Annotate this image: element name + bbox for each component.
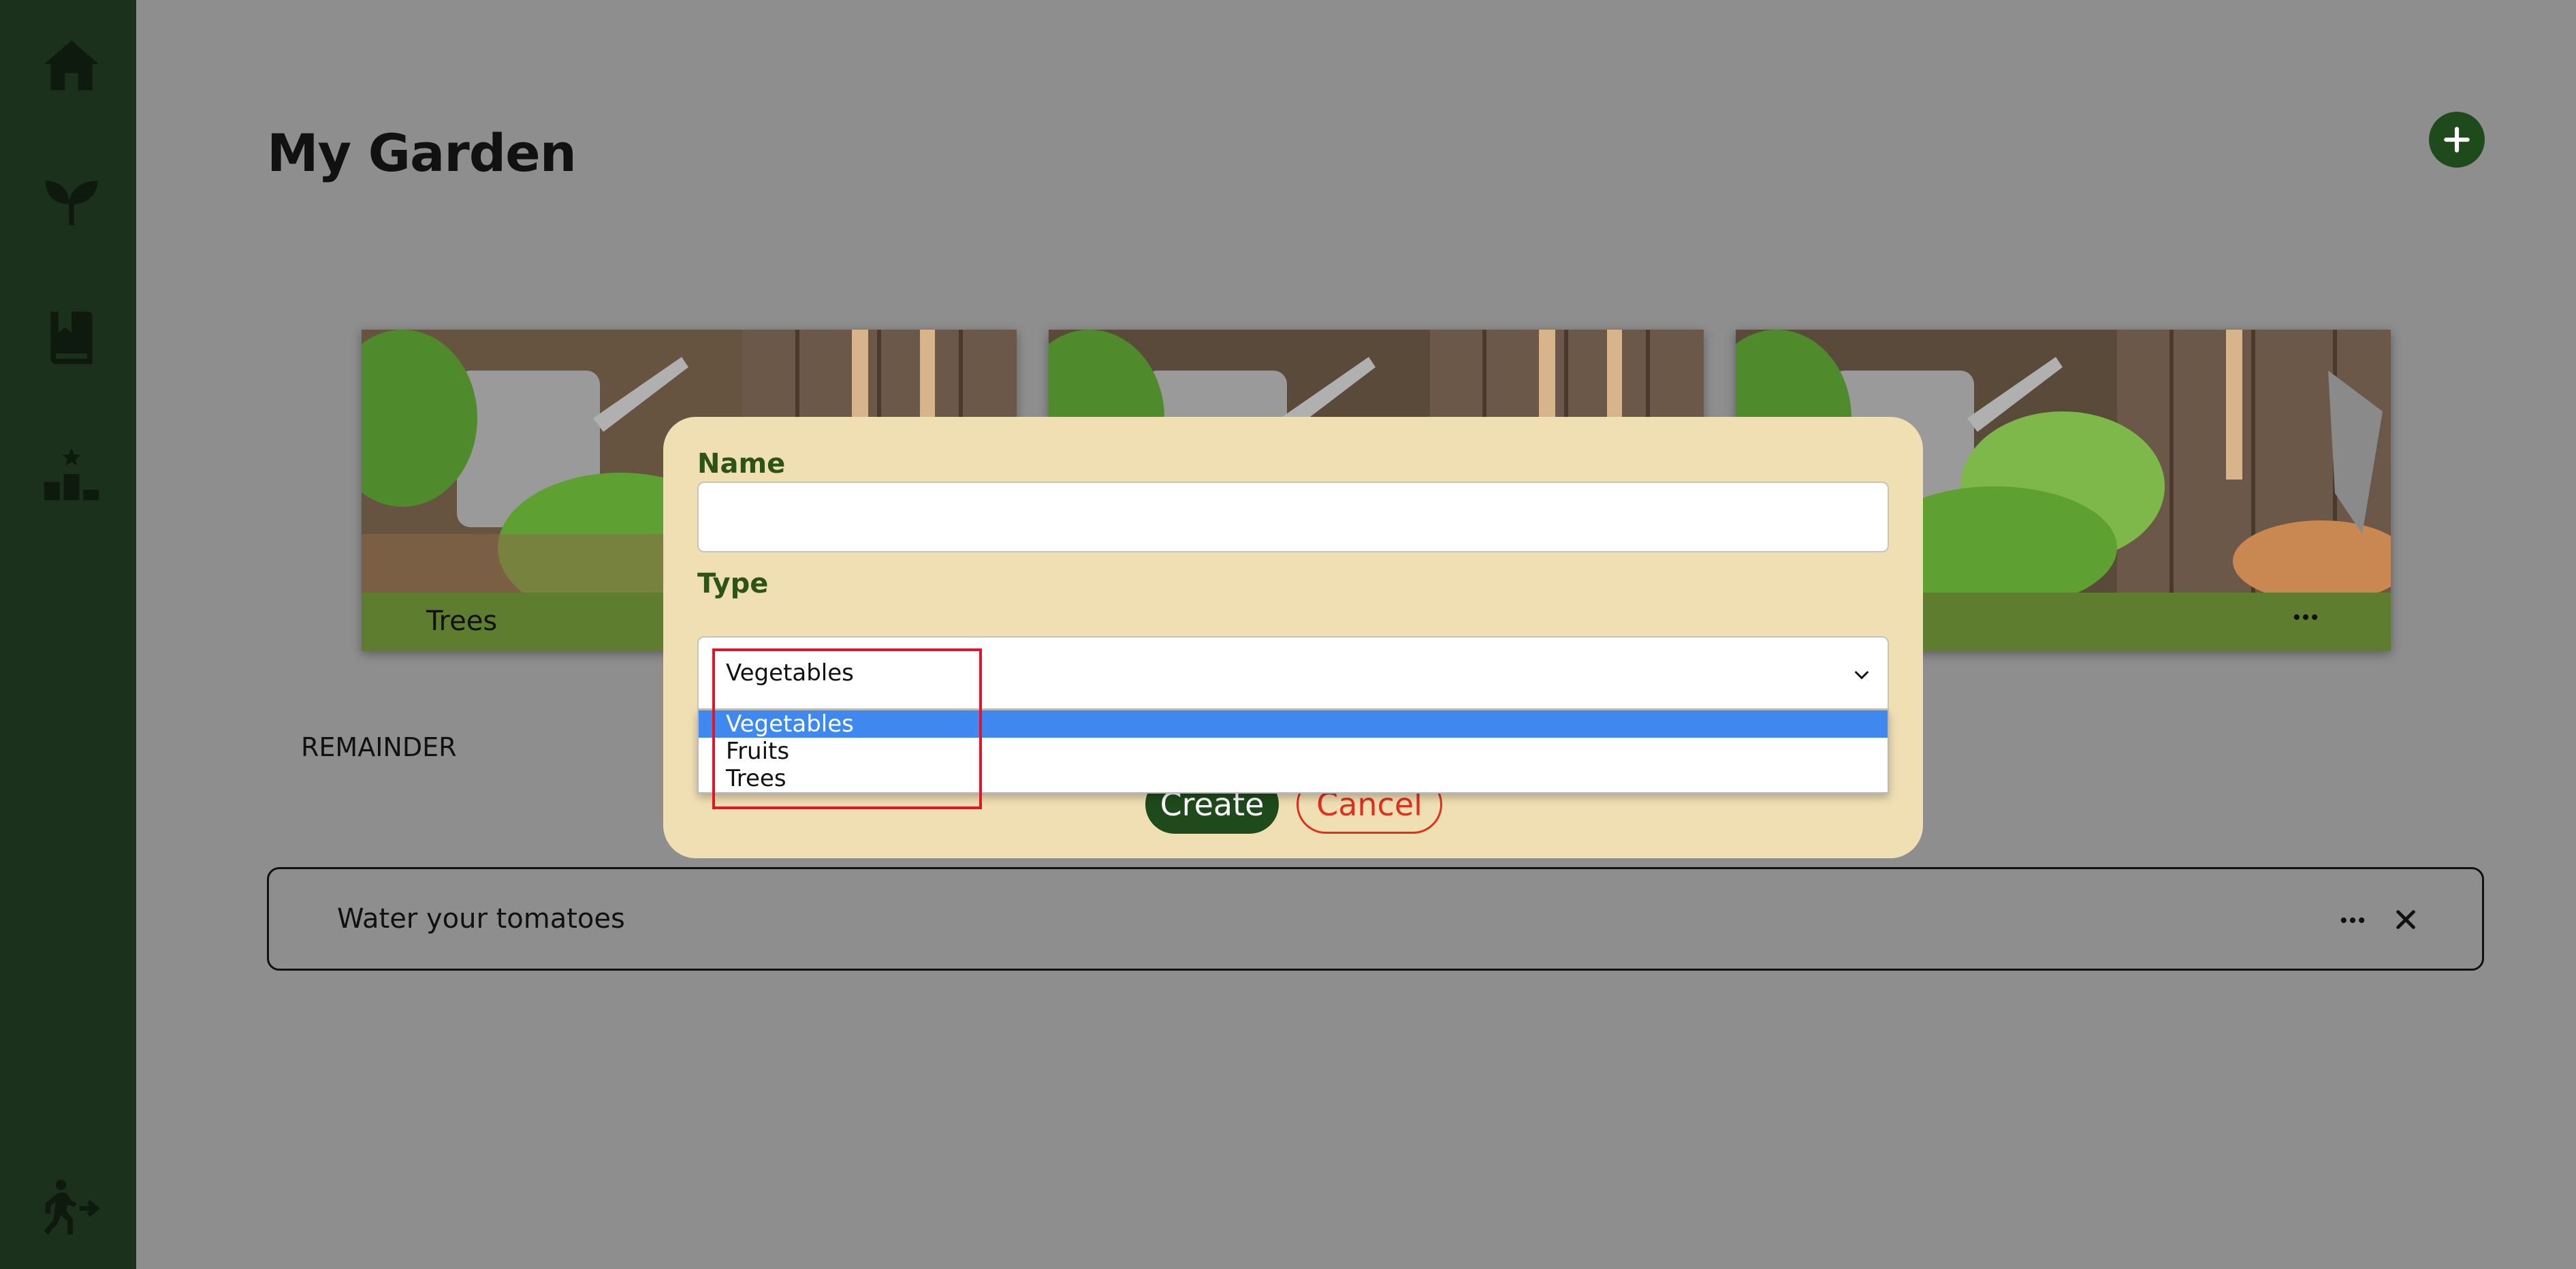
card-more-button[interactable] — [2285, 604, 2326, 631]
nav-journal[interactable] — [37, 304, 106, 372]
plus-icon — [2444, 127, 2470, 153]
logout-button[interactable] — [37, 1174, 106, 1242]
add-garden-button[interactable] — [2429, 112, 2485, 168]
more-horizontal-icon — [2293, 614, 2318, 621]
nav-home[interactable] — [37, 31, 106, 99]
name-label: Name — [697, 448, 786, 480]
page-title: My Garden — [267, 123, 577, 183]
sidebar — [0, 0, 136, 1269]
reminder-item: Water your tomatoes — [267, 867, 2484, 971]
sprout-icon — [45, 181, 98, 225]
garden-card-label: Trees — [426, 606, 498, 637]
home-icon — [44, 40, 99, 91]
chevron-down-icon — [1854, 670, 1869, 680]
reminder-text: Water your tomatoes — [337, 903, 625, 935]
nav-leaderboard[interactable] — [37, 440, 106, 508]
section-label: REMAINDER — [301, 732, 457, 762]
highlight-annotation — [712, 648, 982, 809]
name-input[interactable] — [697, 482, 1889, 552]
reminder-more-button[interactable] — [2332, 903, 2373, 937]
close-icon — [2396, 910, 2415, 929]
more-horizontal-icon — [2340, 917, 2365, 924]
podium-icon — [44, 448, 99, 501]
logout-icon — [44, 1179, 100, 1235]
type-label: Type — [697, 568, 769, 599]
nav-plants[interactable] — [37, 168, 106, 236]
book-icon — [50, 311, 93, 364]
reminder-close-button[interactable] — [2387, 900, 2425, 939]
